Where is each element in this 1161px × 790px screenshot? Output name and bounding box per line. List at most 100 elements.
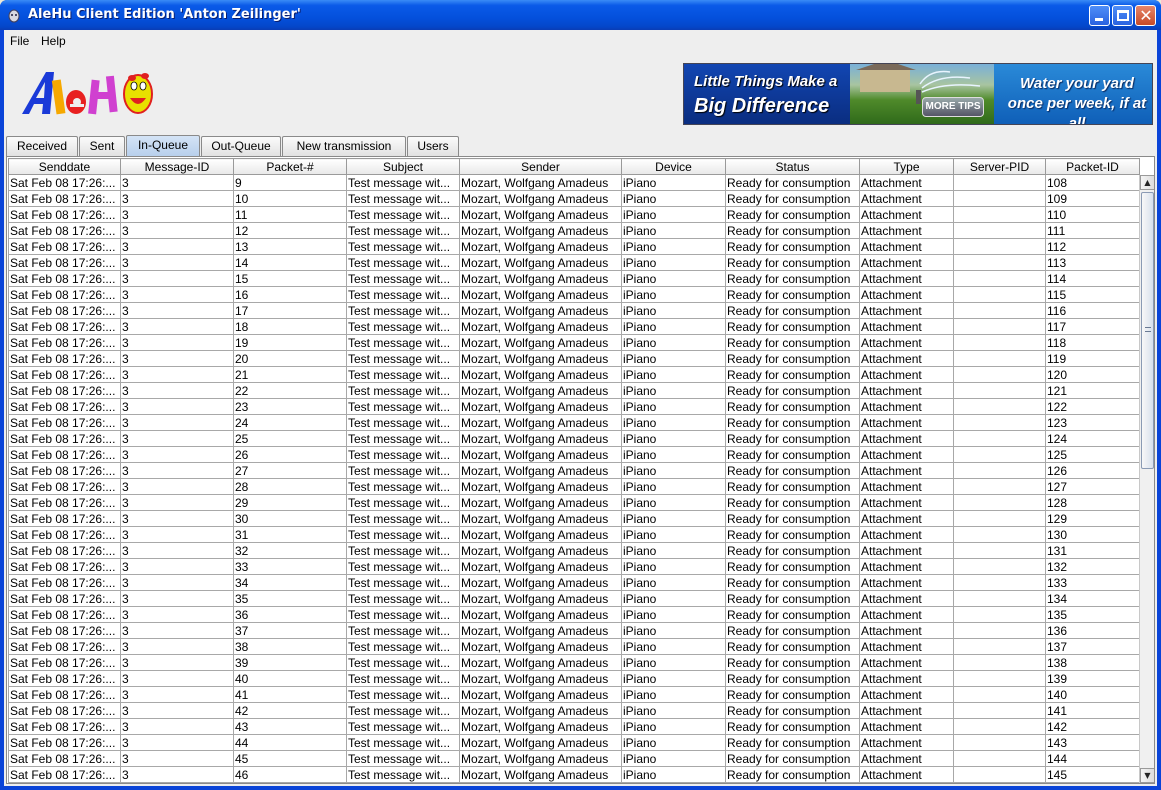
cell-message-id[interactable]: 3 — [120, 414, 234, 431]
cell-packet-id[interactable]: 127 — [1045, 478, 1140, 495]
table-row[interactable]: Sat Feb 08 17:26:... 3 31 Test message wit.… — [8, 526, 1140, 543]
cell-type[interactable]: Attachment — [859, 350, 954, 367]
cell-server-pid[interactable] — [953, 526, 1046, 543]
cell-sender[interactable]: Mozart, Wolfgang Amadeus — [459, 702, 622, 719]
cell-senddate[interactable]: Sat Feb 08 17:26:... — [8, 702, 121, 719]
cell-status[interactable]: Ready for consumption — [725, 590, 860, 607]
table-row[interactable]: Sat Feb 08 17:26:... 3 46 Test message wit.… — [8, 766, 1140, 783]
cell-status[interactable]: Ready for consumption — [725, 238, 860, 255]
cell-sender[interactable]: Mozart, Wolfgang Amadeus — [459, 718, 622, 735]
cell-senddate[interactable]: Sat Feb 08 17:26:... — [8, 334, 121, 351]
cell-server-pid[interactable] — [953, 494, 1046, 511]
cell-subject[interactable]: Test message wit... — [346, 702, 460, 719]
cell-sender[interactable]: Mozart, Wolfgang Amadeus — [459, 318, 622, 335]
cell-packet-number[interactable]: 15 — [233, 270, 347, 287]
cell-senddate[interactable]: Sat Feb 08 17:26:... — [8, 718, 121, 735]
cell-subject[interactable]: Test message wit... — [346, 574, 460, 591]
cell-type[interactable]: Attachment — [859, 334, 954, 351]
cell-message-id[interactable]: 3 — [120, 702, 234, 719]
cell-senddate[interactable]: Sat Feb 08 17:26:... — [8, 574, 121, 591]
cell-sender[interactable]: Mozart, Wolfgang Amadeus — [459, 686, 622, 703]
cell-senddate[interactable]: Sat Feb 08 17:26:... — [8, 238, 121, 255]
column-header-packet-number[interactable]: Packet-# — [233, 158, 347, 175]
cell-subject[interactable]: Test message wit... — [346, 686, 460, 703]
cell-device[interactable]: iPiano — [621, 350, 726, 367]
cell-status[interactable]: Ready for consumption — [725, 766, 860, 783]
cell-device[interactable]: iPiano — [621, 686, 726, 703]
cell-senddate[interactable]: Sat Feb 08 17:26:... — [8, 190, 121, 207]
table-row[interactable]: Sat Feb 08 17:26:... 3 45 Test message wit.… — [8, 750, 1140, 767]
tab-out-queue[interactable]: Out-Queue — [201, 136, 281, 156]
cell-senddate[interactable]: Sat Feb 08 17:26:... — [8, 510, 121, 527]
cell-message-id[interactable]: 3 — [120, 510, 234, 527]
cell-status[interactable]: Ready for consumption — [725, 638, 860, 655]
table-row[interactable]: Sat Feb 08 17:26:... 3 41 Test message wit.… — [8, 686, 1140, 703]
cell-packet-number[interactable]: 16 — [233, 286, 347, 303]
cell-senddate[interactable]: Sat Feb 08 17:26:... — [8, 206, 121, 223]
cell-device[interactable]: iPiano — [621, 286, 726, 303]
cell-status[interactable]: Ready for consumption — [725, 718, 860, 735]
cell-status[interactable]: Ready for consumption — [725, 302, 860, 319]
cell-server-pid[interactable] — [953, 622, 1046, 639]
cell-subject[interactable]: Test message wit... — [346, 542, 460, 559]
cell-packet-id[interactable]: 136 — [1045, 622, 1140, 639]
cell-packet-id[interactable]: 133 — [1045, 574, 1140, 591]
cell-sender[interactable]: Mozart, Wolfgang Amadeus — [459, 750, 622, 767]
cell-senddate[interactable]: Sat Feb 08 17:26:... — [8, 686, 121, 703]
cell-status[interactable]: Ready for consumption — [725, 446, 860, 463]
menu-file[interactable]: File — [10, 34, 29, 48]
cell-type[interactable]: Attachment — [859, 286, 954, 303]
cell-packet-id[interactable]: 112 — [1045, 238, 1140, 255]
cell-subject[interactable]: Test message wit... — [346, 750, 460, 767]
cell-senddate[interactable]: Sat Feb 08 17:26:... — [8, 302, 121, 319]
cell-packet-id[interactable]: 142 — [1045, 718, 1140, 735]
cell-status[interactable]: Ready for consumption — [725, 542, 860, 559]
table-row[interactable]: Sat Feb 08 17:26:... 3 43 Test message wit.… — [8, 718, 1140, 735]
column-header-type[interactable]: Type — [859, 158, 954, 175]
cell-type[interactable]: Attachment — [859, 750, 954, 767]
cell-senddate[interactable]: Sat Feb 08 17:26:... — [8, 606, 121, 623]
cell-sender[interactable]: Mozart, Wolfgang Amadeus — [459, 558, 622, 575]
cell-sender[interactable]: Mozart, Wolfgang Amadeus — [459, 174, 622, 191]
cell-status[interactable]: Ready for consumption — [725, 286, 860, 303]
cell-packet-number[interactable]: 30 — [233, 510, 347, 527]
cell-message-id[interactable]: 3 — [120, 718, 234, 735]
cell-device[interactable]: iPiano — [621, 526, 726, 543]
table-row[interactable]: Sat Feb 08 17:26:... 3 37 Test message wit.… — [8, 622, 1140, 639]
cell-type[interactable]: Attachment — [859, 542, 954, 559]
cell-subject[interactable]: Test message wit... — [346, 638, 460, 655]
cell-status[interactable]: Ready for consumption — [725, 350, 860, 367]
cell-senddate[interactable]: Sat Feb 08 17:26:... — [8, 286, 121, 303]
cell-packet-number[interactable]: 24 — [233, 414, 347, 431]
cell-packet-number[interactable]: 41 — [233, 686, 347, 703]
cell-server-pid[interactable] — [953, 702, 1046, 719]
cell-packet-id[interactable]: 123 — [1045, 414, 1140, 431]
cell-subject[interactable]: Test message wit... — [346, 670, 460, 687]
tab-received[interactable]: Received — [6, 136, 78, 156]
cell-senddate[interactable]: Sat Feb 08 17:26:... — [8, 414, 121, 431]
table-row[interactable]: Sat Feb 08 17:26:... 3 38 Test message wit.… — [8, 638, 1140, 655]
cell-type[interactable]: Attachment — [859, 734, 954, 751]
cell-packet-number[interactable]: 39 — [233, 654, 347, 671]
cell-sender[interactable]: Mozart, Wolfgang Amadeus — [459, 350, 622, 367]
cell-server-pid[interactable] — [953, 430, 1046, 447]
cell-packet-id[interactable]: 113 — [1045, 254, 1140, 271]
cell-subject[interactable]: Test message wit... — [346, 398, 460, 415]
ad-banner[interactable]: Little Things Make a Big Difference MORE… — [683, 63, 1153, 125]
cell-subject[interactable]: Test message wit... — [346, 254, 460, 271]
cell-packet-id[interactable]: 145 — [1045, 766, 1140, 783]
scrollbar-thumb[interactable] — [1141, 192, 1154, 469]
cell-sender[interactable]: Mozart, Wolfgang Amadeus — [459, 574, 622, 591]
cell-server-pid[interactable] — [953, 270, 1046, 287]
cell-subject[interactable]: Test message wit... — [346, 734, 460, 751]
cell-message-id[interactable]: 3 — [120, 622, 234, 639]
table-row[interactable]: Sat Feb 08 17:26:... 3 15 Test message wit.… — [8, 270, 1140, 287]
menu-help[interactable]: Help — [41, 34, 66, 48]
table-row[interactable]: Sat Feb 08 17:26:... 3 33 Test message wit.… — [8, 558, 1140, 575]
cell-device[interactable]: iPiano — [621, 318, 726, 335]
table-row[interactable]: Sat Feb 08 17:26:... 3 12 Test message wit.… — [8, 222, 1140, 239]
cell-server-pid[interactable] — [953, 654, 1046, 671]
cell-sender[interactable]: Mozart, Wolfgang Amadeus — [459, 382, 622, 399]
cell-packet-id[interactable]: 115 — [1045, 286, 1140, 303]
cell-packet-number[interactable]: 9 — [233, 174, 347, 191]
